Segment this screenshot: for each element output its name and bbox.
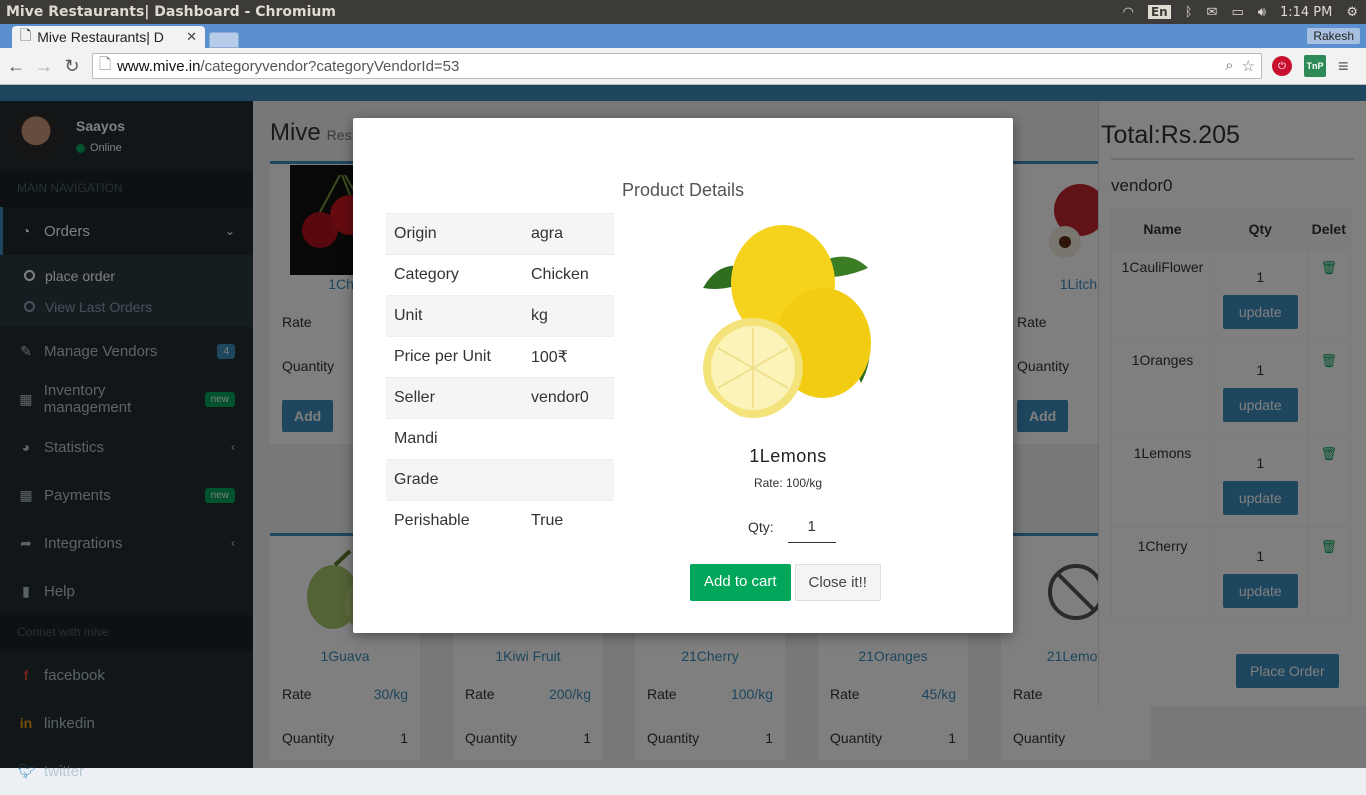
browser-menu-icon[interactable]: ≡ [1338, 56, 1349, 77]
detail-row: Perishable True [386, 500, 614, 542]
browser-tab[interactable]: 🗋︎ Mive Restaurants| D ✕ [12, 26, 205, 48]
os-top-bar: Mive Restaurants| Dashboard - Chromium ◠… [0, 0, 1366, 24]
product-details-modal: Product Details Origin agra Category Chick… [353, 118, 1013, 633]
detail-row: Price per Unit 100₹ [386, 336, 614, 378]
qty-label: Qty: [748, 519, 774, 535]
quantity-field: Qty: 1 [748, 511, 836, 543]
url-path: /categoryvendor?categoryVendorId=53 [200, 57, 460, 75]
page-icon: 🗋︎ [20, 27, 32, 43]
forward-arrow-icon[interactable]: → [32, 56, 56, 77]
detail-row: Origin agra [386, 213, 614, 255]
volume-icon[interactable]: 🔊︎ [1258, 5, 1266, 20]
url-host: www.mive.in [117, 57, 201, 75]
product-name: 1Lemons [749, 446, 827, 466]
browser-tab-strip: 🗋︎ Mive Restaurants| D ✕ Rakesh [0, 24, 1366, 48]
product-rate: Rate: 100/kg [753, 476, 823, 490]
back-arrow-icon[interactable]: ← [4, 56, 28, 77]
detail-row: Category Chicken [386, 254, 614, 296]
add-to-cart-button[interactable]: Add to cart [690, 564, 791, 601]
close-modal-button[interactable]: Close it!! [794, 564, 881, 601]
mail-icon[interactable]: ✉ [1207, 5, 1218, 20]
profile-user-button[interactable]: Rakesh [1307, 28, 1360, 44]
settings-gear-icon[interactable]: ⚙ [1346, 5, 1358, 20]
wifi-icon[interactable]: ◠ [1123, 5, 1134, 20]
detail-row: Mandi [386, 418, 614, 460]
tab-title: Mive Restaurants| D [37, 29, 164, 45]
bluetooth-icon[interactable]: ᛒ [1185, 5, 1193, 20]
product-details-table: Origin agra Category Chicken Unit kg Price … [386, 213, 614, 542]
window-title: Mive Restaurants| Dashboard - Chromium [6, 4, 336, 20]
system-tray: ◠ En ᛒ ✉ ▭ 🔊︎ 1:14 PM ⚙ [1123, 5, 1366, 20]
clock[interactable]: 1:14 PM [1280, 5, 1332, 20]
modal-title: Product Details [621, 180, 745, 200]
reload-icon[interactable]: ↻ [60, 56, 84, 77]
lemon-product-image [683, 213, 893, 428]
stop-extension-icon[interactable]: ⏻ [1272, 56, 1292, 76]
battery-icon[interactable]: ▭ [1231, 5, 1243, 20]
tnp-extension-icon[interactable]: TnP [1304, 55, 1326, 77]
close-tab-icon[interactable]: ✕ [186, 29, 197, 45]
address-bar[interactable]: 🗋︎ www.mive.in/categoryvendor?categoryVe… [92, 53, 1262, 79]
page-icon: 🗋︎ [99, 55, 112, 73]
detail-row: Grade [386, 459, 614, 501]
language-indicator[interactable]: En [1147, 5, 1171, 19]
qty-input[interactable]: 1 [787, 511, 836, 543]
zoom-icon[interactable]: ⌕ [1225, 57, 1233, 75]
detail-row: Unit kg [386, 295, 614, 337]
new-tab-button[interactable] [209, 32, 239, 48]
detail-row: Seller vendor0 [386, 377, 614, 419]
browser-toolbar: ← → ↻ 🗋︎ www.mive.in/categoryvendor?cate… [0, 48, 1366, 85]
bookmark-star-icon[interactable]: ☆ [1242, 57, 1255, 75]
